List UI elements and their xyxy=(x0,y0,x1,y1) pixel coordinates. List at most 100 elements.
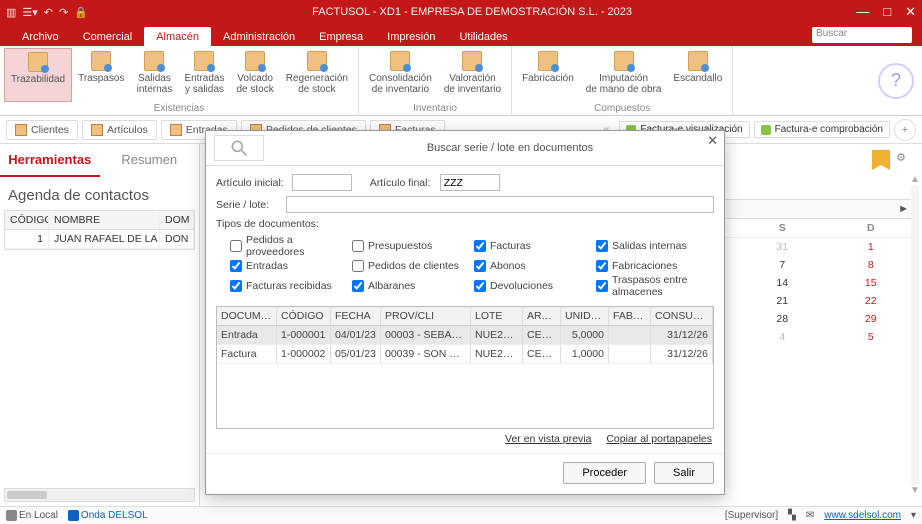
menu-comercial[interactable]: Comercial xyxy=(71,27,145,46)
status-flag-icon[interactable]: ▚ xyxy=(788,510,796,521)
link-copy[interactable]: Copiar al portapapeles xyxy=(606,433,712,445)
cal-day[interactable]: 5 xyxy=(827,328,916,346)
menu-empresa[interactable]: Empresa xyxy=(307,27,375,46)
cal-day[interactable]: 31 xyxy=(738,238,827,256)
cal-day[interactable]: 15 xyxy=(827,274,916,292)
ribbon-traspasos[interactable]: Traspasos xyxy=(72,48,130,102)
col-header[interactable]: UNIDA... xyxy=(561,307,609,325)
contact-row[interactable]: 1 JUAN RAFAEL DE LA VEGA ZA... DON xyxy=(5,230,194,249)
bookmark-icon[interactable] xyxy=(872,150,890,170)
tab-resumen[interactable]: Resumen xyxy=(100,144,200,177)
result-row[interactable]: Entrada1-00000104/01/2300003 - SEBASTIA.… xyxy=(217,326,713,345)
dialog-close-icon[interactable]: ✕ xyxy=(707,133,718,149)
col-header[interactable]: CONSUMO ... xyxy=(651,307,713,325)
art-fin-input[interactable] xyxy=(440,174,500,191)
status-onda[interactable]: Onda DELSOL xyxy=(68,510,148,521)
doctype-entradas[interactable]: Entradas xyxy=(230,260,348,272)
horizontal-scrollbar[interactable] xyxy=(4,488,195,502)
ribbon-imputaci-n-de-mano-de-obra[interactable]: Imputaciónde mano de obra xyxy=(580,48,668,102)
col-header[interactable]: ARTÍCULO xyxy=(523,307,561,325)
doctype-facturas[interactable]: Facturas xyxy=(474,234,592,258)
results-header: DOCUME...CÓDIGOFECHAPROV/CLILOTEARTÍCULO… xyxy=(217,307,713,326)
result-row[interactable]: Factura1-00000205/01/2300039 - SON PERI.… xyxy=(217,345,713,364)
col-codigo[interactable]: CÓDIGO xyxy=(5,211,49,229)
cal-day[interactable]: 14 xyxy=(738,274,827,292)
sec-clientes[interactable]: Clientes xyxy=(6,120,78,140)
vertical-scrollbar[interactable]: ▲▼ xyxy=(908,174,922,496)
cal-day[interactable]: 28 xyxy=(738,310,827,328)
results-table: DOCUME...CÓDIGOFECHAPROV/CLILOTEARTÍCULO… xyxy=(216,306,714,429)
ribbon-escandallo[interactable]: Escandallo xyxy=(667,48,728,102)
status-site-link[interactable]: www.sdelsol.com xyxy=(824,510,901,521)
contacts-table: CÓDIGO NOMBRE DOM 1 JUAN RAFAEL DE LA VE… xyxy=(4,210,195,250)
ribbon-valoraci-n-de-inventario[interactable]: Valoraciónde inventario xyxy=(438,48,507,102)
app-title: FACTUSOL - XD1 - EMPRESA DE DEMOSTRACIÓN… xyxy=(88,6,856,18)
menu-utilidades[interactable]: Utilidades xyxy=(447,27,519,46)
ribbon-salidas-internas[interactable]: Salidasinternas xyxy=(130,48,178,102)
menu-administración[interactable]: Administración xyxy=(211,27,307,46)
col-header[interactable]: CÓDIGO xyxy=(277,307,331,325)
qat-lock-icon[interactable]: 🔒 xyxy=(74,6,88,19)
serie-input[interactable] xyxy=(286,196,714,213)
status-user: [Supervisor] xyxy=(725,510,778,521)
col-dom[interactable]: DOM xyxy=(160,211,194,229)
doctype-traspasos-entre-almacenes[interactable]: Traspasos entre almacenes xyxy=(596,274,714,298)
ribbon-icon xyxy=(390,51,410,71)
cal-day[interactable]: 7 xyxy=(738,256,827,274)
col-header[interactable]: PROV/CLI xyxy=(381,307,471,325)
menu-impresión[interactable]: Impresión xyxy=(375,27,447,46)
global-search-input[interactable]: Buscar xyxy=(812,27,912,43)
col-header[interactable]: LOTE xyxy=(471,307,523,325)
agenda-title: Agenda de contactos xyxy=(0,177,199,210)
ribbon-entradas-y-salidas[interactable]: Entradasy salidas xyxy=(178,48,230,102)
cal-day[interactable]: 29 xyxy=(827,310,916,328)
status-dropdown-icon[interactable]: ▾ xyxy=(911,510,916,521)
ribbon-fabricaci-n[interactable]: Fabricación xyxy=(516,48,580,102)
col-nombre[interactable]: NOMBRE xyxy=(49,211,160,229)
ribbon-volcado-de-stock[interactable]: Volcadode stock xyxy=(230,48,279,102)
col-header[interactable]: FABRI... xyxy=(609,307,651,325)
cal-day[interactable]: 4 xyxy=(738,328,827,346)
link-preview[interactable]: Ver en vista previa xyxy=(505,433,591,445)
doctype-pedidos-de-clientes[interactable]: Pedidos de clientes xyxy=(352,260,470,272)
qat-save-icon[interactable]: ▥ xyxy=(6,6,16,19)
cal-day[interactable]: 8 xyxy=(827,256,916,274)
qat-forward-icon[interactable]: ↷ xyxy=(59,6,68,19)
doctype-abonos[interactable]: Abonos xyxy=(474,260,592,272)
maximize-icon[interactable]: □ xyxy=(883,4,891,20)
cal-day[interactable]: 22 xyxy=(827,292,916,310)
help-icon[interactable]: ? xyxy=(878,63,914,99)
proceed-button[interactable]: Proceder xyxy=(563,462,646,484)
cal-day[interactable]: 21 xyxy=(738,292,827,310)
quick-access-toolbar: ▥ ☰▾ ↶ ↷ 🔒 xyxy=(6,6,88,19)
sec-art-culos[interactable]: Artículos xyxy=(82,120,157,140)
status-mail-icon[interactable]: ✉ xyxy=(806,510,814,521)
art-ini-input[interactable] xyxy=(292,174,352,191)
left-tabs: Herramientas Resumen xyxy=(0,144,199,177)
close-icon[interactable]: ✕ xyxy=(905,4,916,20)
ribbon-regeneraci-n-de-stock[interactable]: Regeneraciónde stock xyxy=(280,48,354,102)
doctype-pedidos-a-proveedores[interactable]: Pedidos a proveedores xyxy=(230,234,348,258)
doctype-fabricaciones[interactable]: Fabricaciones xyxy=(596,260,714,272)
add-tab-button[interactable]: + xyxy=(894,119,916,141)
doctype-albaranes[interactable]: Albaranes xyxy=(352,274,470,298)
menu-archivo[interactable]: Archivo xyxy=(10,27,71,46)
exit-button[interactable]: Salir xyxy=(654,462,714,484)
doctype-salidas-internas[interactable]: Salidas internas xyxy=(596,234,714,258)
col-header[interactable]: FECHA xyxy=(331,307,381,325)
doctype-presupuestos[interactable]: Presupuestos xyxy=(352,234,470,258)
ribbon-consolidaci-n-de-inventario[interactable]: Consolidaciónde inventario xyxy=(363,48,438,102)
col-header[interactable]: DOCUME... xyxy=(217,307,277,325)
settings-icon[interactable]: ⚙ xyxy=(896,151,914,169)
cal-day[interactable]: 1 xyxy=(827,238,916,256)
menu-almacén[interactable]: Almacén xyxy=(144,27,211,46)
qat-back-icon[interactable]: ↶ xyxy=(44,6,53,19)
qat-menu-icon[interactable]: ☰▾ xyxy=(22,6,37,19)
ribbon-trazabilidad[interactable]: Trazabilidad xyxy=(4,48,72,102)
minimize-icon[interactable]: — xyxy=(856,4,869,20)
doctype-facturas-recibidas[interactable]: Facturas recibidas xyxy=(230,274,348,298)
pill-factura-e-comprobaci-n[interactable]: Factura-e comprobación xyxy=(754,121,890,138)
tab-herramientas[interactable]: Herramientas xyxy=(0,144,100,177)
ribbon-icon xyxy=(28,52,48,72)
doctype-devoluciones[interactable]: Devoluciones xyxy=(474,274,592,298)
